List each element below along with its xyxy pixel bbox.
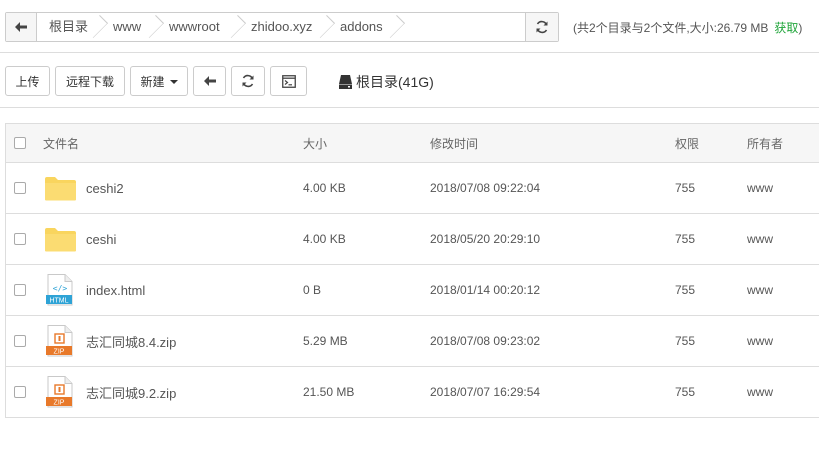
file-name[interactable]: 志汇同城9.2.zip: [86, 367, 176, 417]
file-mtime: 2018/07/08 09:22:04: [430, 181, 541, 195]
zip-file-icon[interactable]: ZIP: [43, 367, 77, 417]
header-permission: 权限: [675, 136, 700, 151]
directory-summary: (共2个目录与2个文件,大小:26.79 MB 获取): [573, 19, 802, 36]
row-checkbox-cell: [14, 316, 26, 366]
file-size: 5.29 MB: [303, 334, 348, 348]
path-back-button[interactable]: [6, 13, 37, 41]
header-owner: 所有者: [747, 136, 784, 151]
disk-label: 根目录(41G): [356, 74, 434, 90]
file-owner[interactable]: www: [747, 214, 773, 264]
row-checkbox-cell: [14, 265, 26, 315]
row-checkbox-cell: [14, 367, 26, 417]
breadcrumb-item-site[interactable]: zhidoo.xyz: [237, 13, 326, 41]
file-name[interactable]: 志汇同城8.4.zip: [86, 316, 176, 366]
file-mtime: 2018/01/14 00:20:12: [430, 283, 541, 297]
file-size: 0 B: [303, 283, 322, 297]
refresh-button[interactable]: [231, 66, 265, 96]
header-size[interactable]: 大小: [303, 124, 327, 162]
row-checkbox-cell: [14, 163, 26, 213]
divider: [0, 107, 819, 108]
select-all-cell: [14, 124, 26, 162]
file-owner[interactable]: www: [747, 163, 773, 213]
file-size: 21.50 MB: [303, 385, 355, 399]
select-all-checkbox[interactable]: [14, 137, 26, 149]
terminal-button[interactable]: [270, 66, 307, 96]
file-mtime: 2018/07/07 16:29:54: [430, 385, 541, 399]
file-owner[interactable]: www: [747, 316, 773, 366]
terminal-icon: [281, 74, 296, 88]
file-table: 文件名 大小 修改时间 权限 所有者 ceshi2 4.00 KB 2018/0…: [5, 123, 819, 418]
hdd-icon: [339, 75, 352, 89]
new-dropdown-button[interactable]: 新建: [130, 66, 188, 96]
table-header: 文件名 大小 修改时间 权限 所有者: [6, 124, 819, 163]
file-size: 4.00 KB: [303, 232, 346, 246]
header-name[interactable]: 文件名: [43, 124, 79, 162]
breadcrumb-item-www[interactable]: www: [99, 13, 155, 41]
breadcrumb-item-wwwroot[interactable]: wwwroot: [155, 13, 237, 41]
file-owner[interactable]: www: [747, 367, 773, 417]
path-refresh-button[interactable]: [525, 13, 558, 41]
row-checkbox-cell: [14, 214, 26, 264]
svg-text:HTML: HTML: [49, 297, 68, 304]
table-row[interactable]: ceshi2 4.00 KB 2018/07/08 09:22:04 755 w…: [6, 163, 819, 214]
refresh-icon: [242, 74, 254, 88]
upload-button[interactable]: 上传: [5, 66, 50, 96]
row-checkbox[interactable]: [14, 233, 26, 245]
arrow-left-icon: [203, 76, 216, 86]
file-permission[interactable]: 755: [675, 367, 695, 417]
file-size: 4.00 KB: [303, 181, 346, 195]
row-checkbox[interactable]: [14, 386, 26, 398]
divider: [0, 52, 819, 53]
file-permission[interactable]: 755: [675, 163, 695, 213]
remote-download-button[interactable]: 远程下载: [55, 66, 125, 96]
breadcrumb-item-root[interactable]: 根目录: [37, 13, 99, 41]
zip-file-icon[interactable]: ZIP: [43, 316, 77, 366]
refresh-icon: [536, 20, 548, 34]
table-row[interactable]: ZIP 志汇同城8.4.zip 5.29 MB 2018/07/08 09:23…: [6, 316, 819, 367]
file-permission[interactable]: 755: [675, 316, 695, 366]
arrow-left-icon: [15, 22, 27, 32]
path-bar: 根目录 www wwwroot zhidoo.xyz addons: [5, 12, 559, 42]
new-label: 新建: [140, 74, 165, 89]
back-button[interactable]: [193, 66, 226, 96]
html-file-icon[interactable]: </> HTML: [43, 265, 77, 315]
row-checkbox[interactable]: [14, 182, 26, 194]
svg-text:ZIP: ZIP: [54, 348, 65, 355]
svg-text:ZIP: ZIP: [54, 399, 65, 406]
file-permission[interactable]: 755: [675, 265, 695, 315]
file-name[interactable]: ceshi2: [86, 163, 124, 213]
file-name[interactable]: index.html: [86, 265, 145, 315]
summary-text: (共2个目录与2个文件,大小:26.79 MB: [573, 21, 769, 35]
table-row[interactable]: </> HTML index.html 0 B 2018/01/14 00:20…: [6, 265, 819, 316]
row-checkbox[interactable]: [14, 335, 26, 347]
fetch-size-link[interactable]: 获取: [774, 21, 798, 35]
table-row[interactable]: ZIP 志汇同城9.2.zip 21.50 MB 2018/07/07 16:2…: [6, 367, 819, 418]
svg-text:</>: </>: [53, 284, 68, 293]
disk-indicator[interactable]: 根目录(41G): [339, 72, 434, 92]
row-checkbox[interactable]: [14, 284, 26, 296]
file-mtime: 2018/07/08 09:23:02: [430, 334, 541, 348]
breadcrumb: 根目录 www wwwroot zhidoo.xyz addons: [37, 13, 558, 41]
folder-icon[interactable]: [43, 163, 77, 213]
file-permission[interactable]: 755: [675, 214, 695, 264]
table-row[interactable]: ceshi 4.00 KB 2018/05/20 20:29:10 755 ww…: [6, 214, 819, 265]
breadcrumb-item-addons[interactable]: addons: [326, 13, 396, 41]
header-mtime[interactable]: 修改时间: [430, 124, 478, 162]
caret-down-icon: [169, 79, 178, 84]
file-owner[interactable]: www: [747, 265, 773, 315]
folder-icon[interactable]: [43, 214, 77, 264]
file-mtime: 2018/05/20 20:29:10: [430, 232, 541, 246]
summary-close-paren: ): [798, 21, 803, 35]
file-name[interactable]: ceshi: [86, 214, 116, 264]
